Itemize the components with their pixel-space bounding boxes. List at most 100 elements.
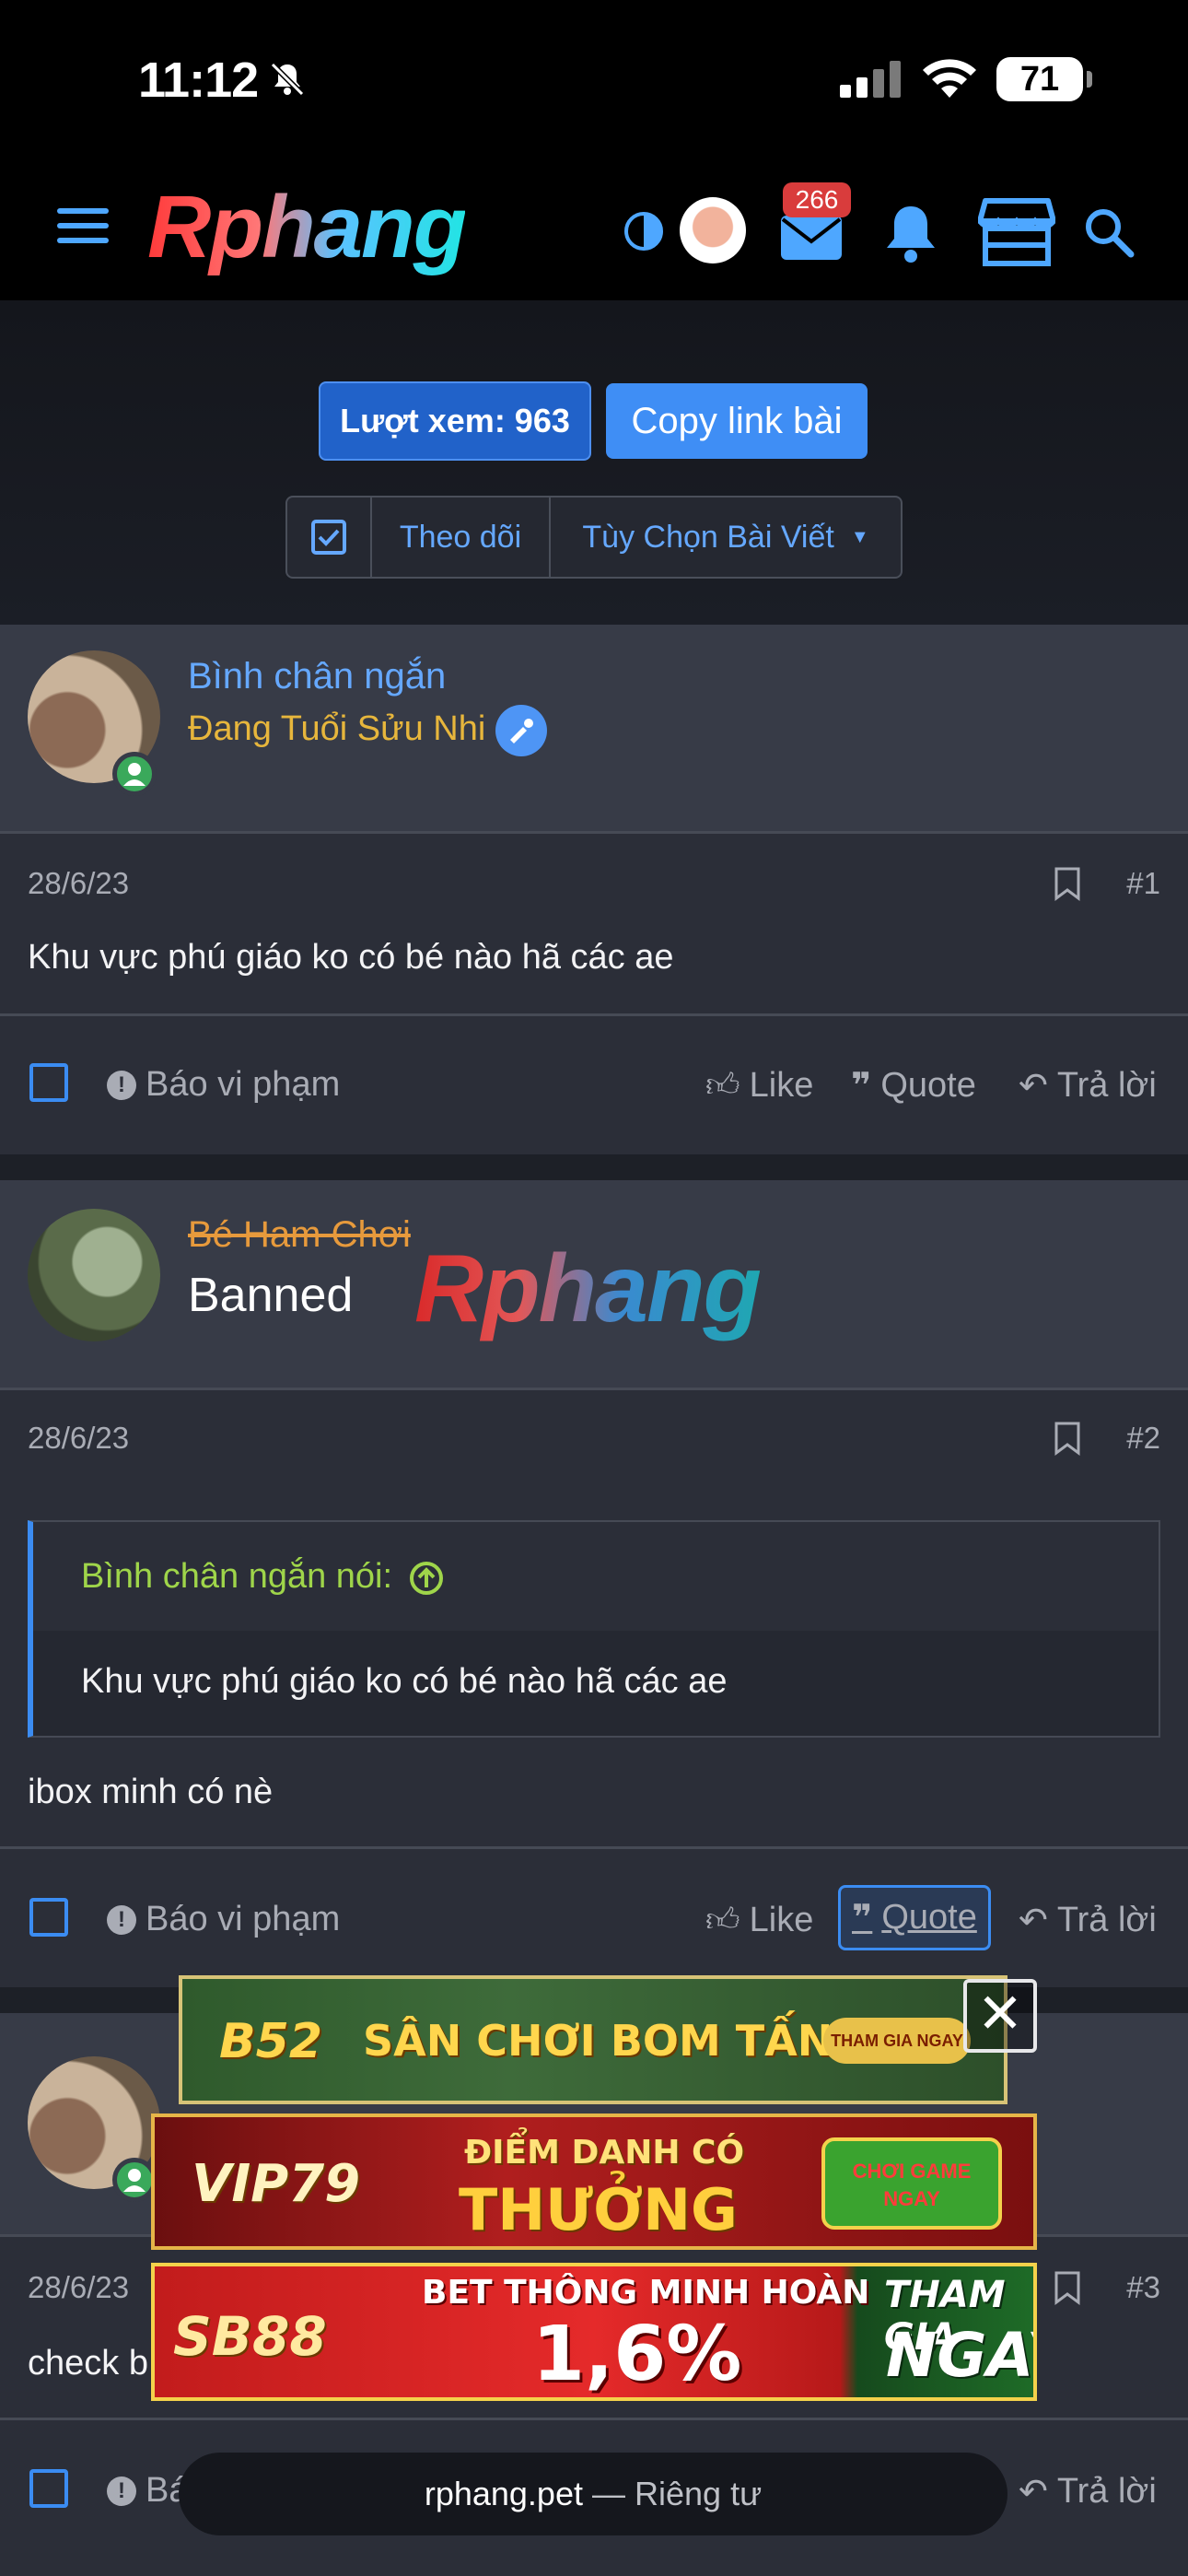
user-avatar[interactable] (680, 197, 746, 263)
ad-banner-b52[interactable]: B52 SÂN CHƠI BOM TẤN THAM GIA NGAY (179, 1975, 1007, 2104)
reply-icon: ↶ (1019, 1067, 1048, 1106)
ad-sb88-brand: SB88 (173, 2305, 327, 2368)
quote-label: Quote (880, 1066, 976, 1105)
report-button[interactable]: ! Báo vi phạm (107, 1065, 340, 1105)
post-2-number[interactable]: #2 (1126, 1421, 1160, 1456)
battery-indicator: 71 (996, 57, 1092, 101)
post-2-avatar[interactable] (28, 1209, 160, 1341)
quote-icon: ❞ (852, 1899, 873, 1938)
status-time: 11:12 (138, 53, 259, 108)
site-logo[interactable]: Rphang (147, 177, 467, 278)
post-1-user-title: Đang Tuổi Sửu Nhi (188, 709, 486, 748)
ad-b52-cta: THAM GIA NGAY (823, 2018, 971, 2064)
reply-label: Trả lời (1056, 1066, 1157, 1105)
ad-banner-sb88[interactable]: SB88 BET THÔNG MINH HOÀN 1,6% THAM GIA N… (151, 2263, 1037, 2401)
alert-icon: ! (107, 1070, 136, 1100)
post-3-date[interactable]: 28/6/23 (28, 2270, 129, 2305)
like-label: Like (749, 1900, 814, 1939)
quote-text: Khu vực phú giáo ko có bé nào hã các ae (81, 1662, 728, 1701)
search-icon[interactable] (1083, 206, 1135, 258)
online-status-icon (112, 2158, 157, 2202)
quote-label: Quote (881, 1898, 977, 1937)
ad-vip79-line2: THƯỞNG (459, 2176, 738, 2243)
post-1-content: Khu vực phú giáo ko có bé nào hã các ae (28, 938, 674, 977)
reply-icon: ↶ (1019, 2473, 1048, 2512)
ad-vip79-brand: VIP79 (192, 2154, 361, 2214)
report-label: Báo vi phạm (146, 1065, 341, 1104)
status-bar: 11:12 71 (0, 0, 1188, 157)
post-1-date[interactable]: 28/6/23 (28, 866, 129, 901)
post-1-number[interactable]: #1 (1126, 866, 1160, 901)
quote-author-link[interactable]: Bình chân ngắn nói: (81, 1557, 445, 1597)
post-1-user-header (0, 625, 1188, 833)
notifications-bell-icon[interactable] (882, 203, 939, 265)
site-header: Rphang 266 (0, 157, 1188, 300)
post-3-number[interactable]: #3 (1126, 2270, 1160, 2305)
follow-label: Theo dõi (399, 519, 522, 555)
copy-link-button[interactable]: Copy link bài (606, 383, 868, 459)
quote-button-active[interactable]: ❞ Quote (838, 1885, 991, 1950)
close-ads-button[interactable]: ✕ (963, 1979, 1037, 2053)
menu-icon[interactable] (55, 205, 111, 247)
post-2-actions: ! Báo vi phạm 👍︎ Like ❞ Quote ↶ Trả lời (0, 1874, 1188, 1966)
post-2-date[interactable]: 28/6/23 (28, 1421, 129, 1456)
report-button[interactable]: ! Báo vi phạm (107, 1900, 340, 1939)
select-post-checkbox[interactable] (29, 1063, 68, 1102)
reply-button[interactable]: ↶ Trả lời (1019, 2471, 1157, 2512)
select-thread-checkbox[interactable] (287, 498, 372, 577)
theme-toggle-icon[interactable] (623, 210, 665, 252)
browser-separator: — (582, 2475, 635, 2512)
site-watermark: Rphang (414, 1235, 762, 1342)
verified-badge-icon (495, 705, 547, 756)
like-button[interactable]: 👍︎ Like (705, 1900, 813, 1940)
reply-label: Trả lời (1056, 1901, 1157, 1939)
go-to-quoted-post-icon (409, 1561, 443, 1595)
ad-b52-brand: B52 (219, 2014, 322, 2069)
ad-vip79-cta: CHƠI GAME NGAY (821, 2137, 1002, 2230)
like-label: Like (749, 1065, 814, 1105)
wifi-icon (923, 59, 976, 98)
inbox-count-badge: 266 (783, 182, 851, 217)
silent-mode-icon (270, 62, 305, 97)
post-2-content: ibox minh có nè (28, 1773, 274, 1811)
ad-sb88-line1: BET THÔNG MINH HOÀN (422, 2274, 870, 2312)
follow-button[interactable]: Theo dõi (372, 498, 551, 577)
browser-domain: rphang.pet (424, 2475, 583, 2512)
post-2-quote: Bình chân ngắn nói: Khu vực phú giáo ko … (28, 1520, 1160, 1738)
browser-address-bar[interactable]: rphang.pet — Riêng tư (179, 2453, 1007, 2535)
reply-label: Trả lời (1056, 2472, 1157, 2511)
thread-options-bar: Theo dõi Tùy Chọn Bài Viết ▼ (285, 496, 903, 579)
reply-button[interactable]: ↶ Trả lời (1019, 1065, 1157, 1107)
bookmark-icon[interactable] (1054, 1421, 1081, 1456)
thumbs-up-icon: 👍︎ (705, 1066, 740, 1104)
post-options-label: Tùy Chọn Bài Viết (582, 519, 834, 555)
quote-icon: ❞ (851, 1067, 872, 1106)
online-status-icon (112, 752, 157, 796)
select-post-checkbox[interactable] (29, 2469, 68, 2508)
reply-icon: ↶ (1019, 1902, 1048, 1940)
browser-private-mode: Riêng tư (635, 2475, 763, 2512)
bookmark-icon[interactable] (1054, 2270, 1081, 2305)
post-options-dropdown[interactable]: Tùy Chọn Bài Viết ▼ (551, 498, 901, 577)
bookmark-icon[interactable] (1054, 866, 1081, 901)
divider (0, 2418, 1188, 2420)
ad-sb88-line2: 1,6% (532, 2311, 742, 2398)
post-2-user-title: Banned (188, 1269, 354, 1322)
reply-button[interactable]: ↶ Trả lời (1019, 1900, 1157, 1941)
select-post-checkbox[interactable] (29, 1898, 68, 1937)
views-count-button[interactable]: Lượt xem: 963 (319, 381, 591, 461)
ad-banner-vip79[interactable]: VIP79 ĐIỂM DANH CÓ THƯỞNG CHƠI GAME NGAY (151, 2113, 1037, 2250)
like-button[interactable]: 👍︎ Like (705, 1065, 813, 1106)
alert-icon: ! (107, 1904, 136, 1935)
store-icon[interactable] (978, 197, 1055, 267)
post-1-actions: ! Báo vi phạm 👍︎ Like ❞ Quote ↶ Trả lời (0, 1041, 1188, 1133)
alert-icon: ! (107, 2476, 136, 2506)
post-1-username[interactable]: Bình chân ngắn (188, 656, 446, 697)
post-2-username[interactable]: Bé Ham Chơi (188, 1214, 411, 1256)
quote-author-label: Bình chân ngắn nói: (81, 1557, 393, 1596)
cellular-signal-icon (840, 61, 901, 98)
ad-b52-headline: SÂN CHƠI BOM TẤN (363, 2016, 833, 2066)
ad-sb88-cta-2: NGAY (886, 2320, 1033, 2391)
quote-button[interactable]: ❞ Quote (851, 1065, 976, 1107)
inbox-icon[interactable] (779, 214, 844, 262)
